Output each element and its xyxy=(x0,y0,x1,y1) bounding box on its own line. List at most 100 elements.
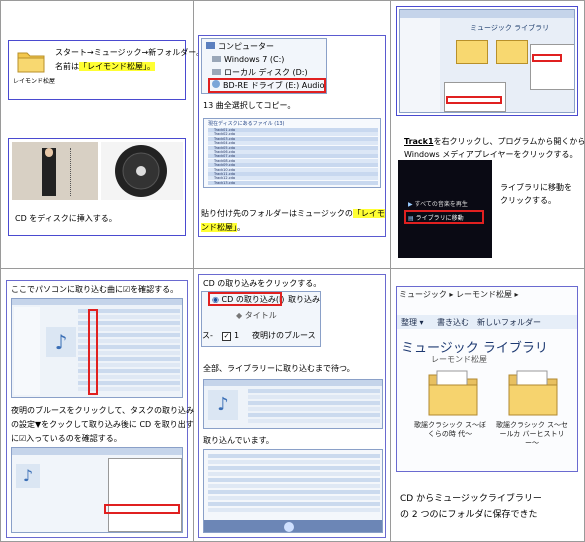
music-note-icon: ♪ xyxy=(46,327,76,357)
address-bar xyxy=(400,10,574,18)
highlight-box xyxy=(88,309,98,395)
table-row[interactable] xyxy=(208,508,380,512)
track-name: Track01.cda xyxy=(214,128,236,132)
caption: の 2 つのにフォルダに保存できた xyxy=(400,510,538,520)
track-name: Track04.cda xyxy=(214,141,236,146)
step-create-folder: レイモンド松屋 スタート→ミュージック→新フォルダー。 名前は「レイモンド松屋」… xyxy=(8,40,204,100)
play-button[interactable] xyxy=(284,522,294,532)
track-name: Track03.cda xyxy=(214,136,236,141)
grid-line xyxy=(0,0,585,1)
track-row[interactable]: Track11.cda xyxy=(208,172,378,176)
track-list-window: 現在ディスクにあるファイル (13) Track01.cda Track02.cd… xyxy=(203,118,381,188)
track-row[interactable]: Track03.cda xyxy=(208,136,378,141)
table-row[interactable] xyxy=(208,466,380,470)
ripping-window: ♪ xyxy=(203,379,383,429)
grid-line xyxy=(0,268,585,269)
track-name: Track13.cda xyxy=(214,180,236,185)
track-name: Track11.cda xyxy=(214,172,236,176)
instruction-line: ここでパソコンに取り込む曲に☑を確認する。 xyxy=(11,285,179,294)
new-folder-button[interactable]: 新しいフォルダー xyxy=(477,317,541,329)
track-row[interactable]: Track04.cda xyxy=(208,141,378,146)
track-name: Track08.cda xyxy=(214,158,236,163)
instruction-line: の設定▼をクックして取り込み後に CD を取り出す xyxy=(11,420,194,429)
album-folder-icon[interactable] xyxy=(427,367,479,417)
column-header: ◆ タイトル xyxy=(236,311,277,320)
table-row[interactable] xyxy=(208,496,380,500)
album-folder-icon[interactable] xyxy=(507,367,559,417)
instruction-line: 13 曲全選択してコピー。 xyxy=(203,101,296,110)
table-row[interactable] xyxy=(208,484,380,488)
menu-item[interactable]: ▶ すべての音楽を再生 xyxy=(408,200,468,209)
highlight-box xyxy=(404,210,484,224)
track-row[interactable]: Track13.cda xyxy=(208,180,378,185)
track-rows xyxy=(208,454,380,516)
track-row[interactable]: Track09.cda xyxy=(208,163,378,168)
step-insert-cd: CD をディスクに挿入する。 xyxy=(8,138,186,236)
drive-icon xyxy=(212,56,221,62)
player-controls xyxy=(204,520,382,532)
track-row[interactable]: Track08.cda xyxy=(208,158,378,163)
track-row[interactable]: Track10.cda xyxy=(208,167,378,172)
music-note-icon: ♪ xyxy=(208,390,238,420)
table-row[interactable] xyxy=(208,460,380,464)
grid-line xyxy=(390,0,391,542)
burn-button[interactable]: 書き込む xyxy=(437,317,469,329)
folder-label: 歌謡クラシック ス〜セールカ バーヒストリ ー〜 xyxy=(495,421,569,447)
track-name: Track07.cda xyxy=(214,154,236,159)
rip-progress-window xyxy=(203,449,383,533)
tree-item-drive-c[interactable]: Windows 7 (C:) xyxy=(212,54,284,66)
singer-face xyxy=(45,148,53,157)
instruction-line: 取り込んでいます。 xyxy=(203,436,274,445)
table-row[interactable] xyxy=(248,407,380,411)
table-row[interactable] xyxy=(208,502,380,506)
folder-icon xyxy=(496,40,528,64)
table-row[interactable] xyxy=(248,419,380,423)
track-row[interactable]: Track12.cda xyxy=(208,176,378,181)
track-number: 1 xyxy=(234,331,240,340)
table-row[interactable] xyxy=(208,478,380,482)
table-row[interactable] xyxy=(248,401,380,405)
instruction-line: クリックする。 xyxy=(500,196,556,205)
track-row[interactable]: Track07.cda xyxy=(208,154,378,159)
rip-toolbar-window: ◉ CD の取り込み(I) 取り込みの ◆ タイトル ス- ✓ 1 夜明けのブル… xyxy=(201,291,321,347)
highlight-box xyxy=(446,96,502,104)
folder-icon xyxy=(456,40,488,64)
cover-script xyxy=(70,148,93,196)
folder-icon xyxy=(17,49,45,73)
table-row[interactable] xyxy=(248,389,380,393)
table-row[interactable] xyxy=(248,413,380,417)
breadcrumb[interactable]: ミュージック ▸ レーモンド松屋 ▸ xyxy=(399,289,519,301)
track-rows xyxy=(248,389,380,427)
step-rip-cd: CD の取り込みをクリックする。 ◉ CD の取り込み(I) 取り込みの ◆ タ… xyxy=(198,274,386,538)
tree-item-computer[interactable]: コンピューター xyxy=(206,41,274,53)
track-list: Track01.cda Track02.cda Track03.cda Track04… xyxy=(208,128,378,186)
track-name: Track12.cda xyxy=(214,176,236,181)
caption: 貼り付け先のフォルダーはミュージックの「レイモ xyxy=(201,209,385,218)
track-checkbox[interactable]: ✓ xyxy=(222,332,231,341)
rip-settings-window: ♪ xyxy=(11,447,183,533)
track-row[interactable]: Track06.cda xyxy=(208,150,378,154)
folder-label: 歌謡クラシック ス〜ぼくらの時 代〜 xyxy=(413,421,487,438)
highlight-box xyxy=(532,54,562,62)
instruction-line: 全部、ライブラリーに取り込むまで待つ。 xyxy=(203,364,355,373)
rip-settings-button[interactable]: 取り込みの xyxy=(288,294,320,306)
row-fragment: ス- xyxy=(202,331,213,340)
organize-button[interactable]: 整理 ▾ xyxy=(401,317,424,329)
caption: CD をディスクに挿入する。 xyxy=(15,214,117,223)
instruction-line: CD の取り込みをクリックする。 xyxy=(203,279,322,288)
library-result-screenshot: ミュージック ▸ レーモンド松屋 ▸ 整理 ▾ 書き込む 新しいフォルダー ミュ… xyxy=(396,286,578,472)
grid-line xyxy=(193,0,194,542)
table-row[interactable] xyxy=(208,472,380,476)
settings-dropdown[interactable] xyxy=(108,458,182,532)
table-row[interactable] xyxy=(208,454,380,458)
track-row[interactable]: Track01.cda xyxy=(208,128,378,132)
drive-icon xyxy=(212,69,221,75)
library-title: ミュージック ライブラリ xyxy=(470,24,550,32)
track-row[interactable]: Track02.cda xyxy=(208,132,378,137)
table-row[interactable] xyxy=(208,490,380,494)
table-row[interactable] xyxy=(248,395,380,399)
step-confirm-import: ここでパソコンに取り込む曲に☑を確認する。 ♪ 夜明のブルースをクリックして、タ… xyxy=(6,280,194,538)
sort-icon: ◆ xyxy=(236,311,245,320)
track-row[interactable]: Track05.cda xyxy=(208,145,378,150)
track-title[interactable]: 夜明けのブルース xyxy=(252,330,316,342)
